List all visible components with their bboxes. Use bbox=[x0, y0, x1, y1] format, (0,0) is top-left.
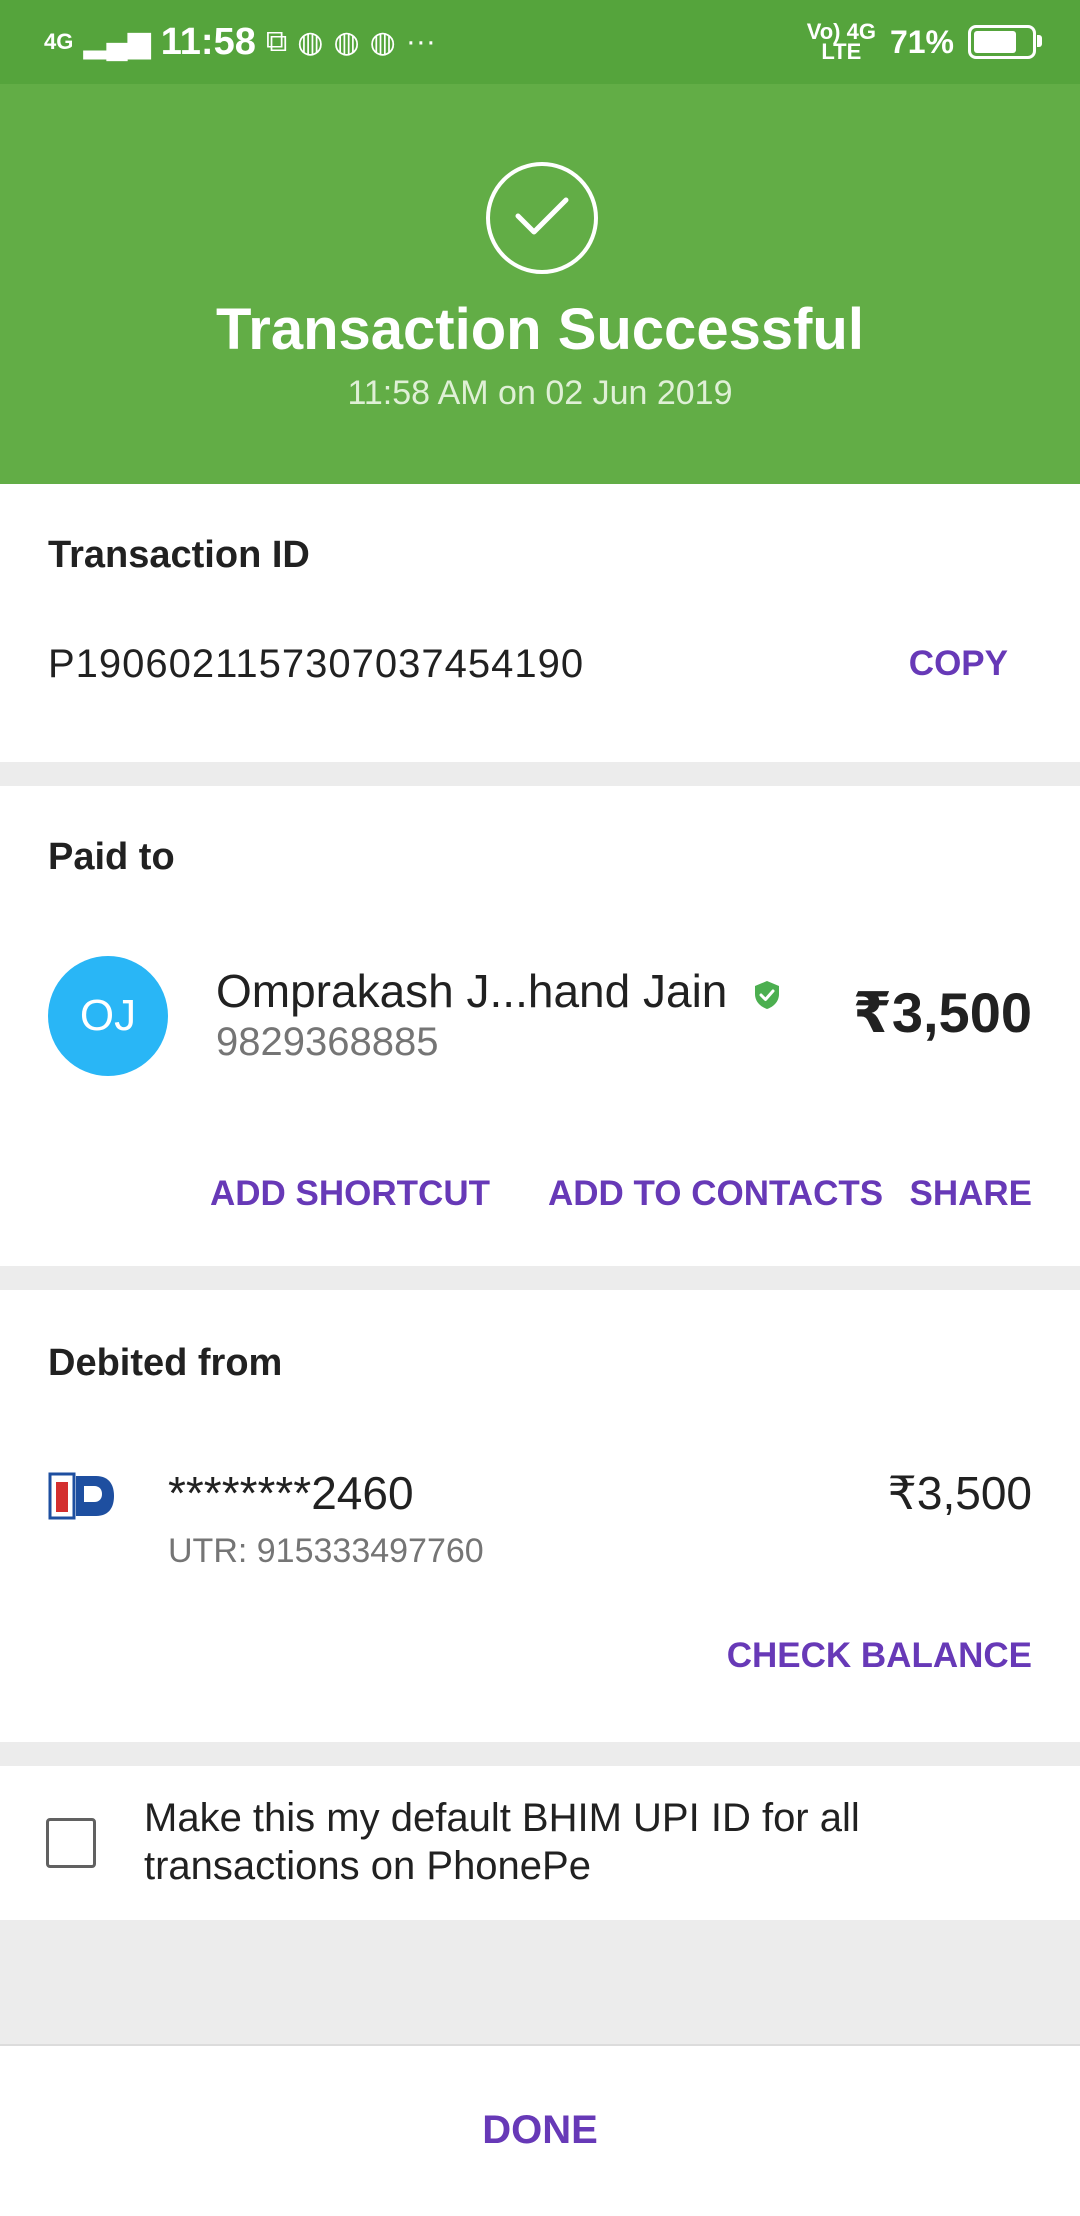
debited-amount: ₹3,500 bbox=[887, 1467, 1032, 1519]
debited-from-label: Debited from bbox=[48, 1342, 283, 1384]
default-upi-text: Make this my default BHIM UPI ID for all… bbox=[144, 1796, 860, 1888]
add-shortcut-button[interactable]: ADD SHORTCUT bbox=[210, 1174, 490, 1214]
account-number: ********2460 bbox=[168, 1467, 414, 1519]
divider bbox=[0, 762, 1080, 786]
transaction-id-value: P1906021157307037454190 bbox=[48, 642, 585, 686]
more-notifications-icon: ··· bbox=[405, 25, 436, 58]
avatar: OJ bbox=[48, 956, 168, 1076]
payee-phone: 9829368885 bbox=[216, 1020, 439, 1064]
divider bbox=[0, 1266, 1080, 1290]
status-bar-right: Vo) 4G LTE 71% bbox=[806, 14, 1042, 70]
paid-amount: ₹3,500 bbox=[852, 981, 1032, 1044]
empty-space bbox=[0, 1920, 1080, 2044]
check-circle-icon bbox=[486, 162, 598, 274]
transaction-id-label: Transaction ID bbox=[48, 534, 310, 576]
clock: 11:58 bbox=[160, 20, 256, 63]
add-to-contacts-button[interactable]: ADD TO CONTACTS bbox=[548, 1174, 883, 1214]
transaction-id-card: Transaction ID P1906021157307037454190 C… bbox=[0, 484, 1080, 762]
debited-from-card: Debited from ********2460 UTR: 915333497… bbox=[0, 1290, 1080, 1742]
volte-indicator: Vo) 4G LTE bbox=[806, 19, 876, 64]
paid-to-card: Paid to OJ Omprakash J...hand Jain 98293… bbox=[0, 786, 1080, 1288]
verified-shield-icon bbox=[755, 981, 779, 1009]
divider bbox=[0, 1742, 1080, 1766]
done-button[interactable]: DONE bbox=[0, 2108, 1080, 2153]
success-header: Transaction Successful 11:58 AM on 02 Ju… bbox=[0, 84, 1080, 484]
chrome-icon: ◍ bbox=[297, 25, 324, 59]
payee-name: Omprakash J...hand Jain bbox=[216, 965, 728, 1017]
default-upi-checkbox[interactable] bbox=[46, 1818, 96, 1868]
default-upi-option[interactable]: Make this my default BHIM UPI ID for all… bbox=[0, 1766, 1080, 1920]
screenshot-icon: ⧉ bbox=[265, 25, 288, 58]
utr-number: UTR: 915333497760 bbox=[168, 1532, 484, 1570]
status-bar-left: 4G ▂▄▆ 11:58 ⧉ ◍ ◍ ◍ ··· bbox=[44, 14, 436, 70]
signal-icon: ▂▄▆ bbox=[83, 25, 151, 59]
transaction-timestamp: 11:58 AM on 02 Jun 2019 bbox=[347, 374, 733, 412]
share-button[interactable]: SHARE bbox=[909, 1174, 1032, 1214]
network-indicator: 4G bbox=[44, 29, 74, 54]
footer-bar: DONE bbox=[0, 2044, 1080, 2216]
bank-logo-icon bbox=[48, 1472, 114, 1520]
copy-button[interactable]: COPY bbox=[909, 644, 1008, 684]
battery-icon bbox=[968, 25, 1042, 59]
page-title: Transaction Successful bbox=[216, 297, 864, 362]
status-bar: 4G ▂▄▆ 11:58 ⧉ ◍ ◍ ◍ ··· Vo) 4G LTE 71% bbox=[0, 0, 1080, 84]
paid-to-label: Paid to bbox=[48, 836, 175, 878]
chrome-icon: ◍ bbox=[333, 25, 360, 59]
check-balance-button[interactable]: CHECK BALANCE bbox=[727, 1636, 1032, 1676]
chrome-icon: ◍ bbox=[369, 25, 396, 59]
battery-percent: 71% bbox=[889, 23, 954, 60]
